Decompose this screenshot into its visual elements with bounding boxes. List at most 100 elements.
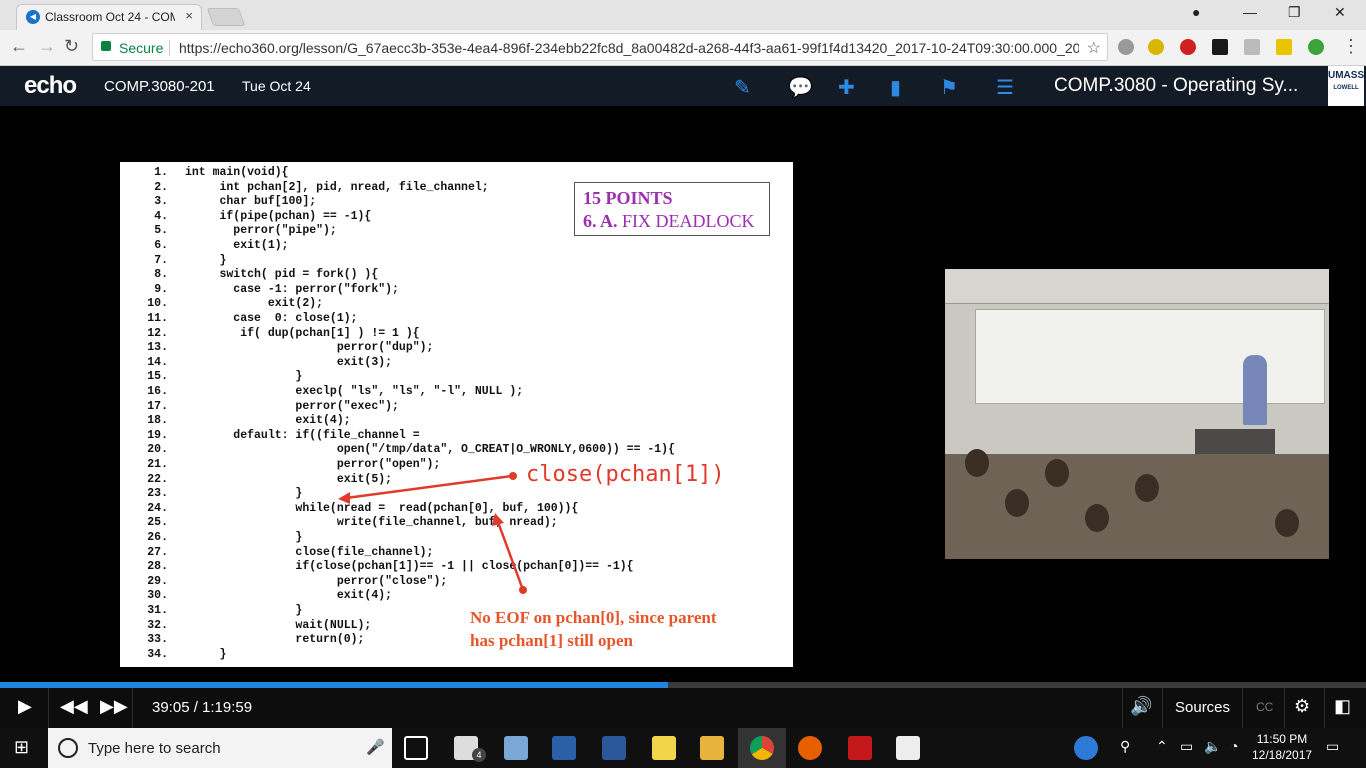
students xyxy=(945,454,1329,559)
classroom-video[interactable] xyxy=(945,269,1329,559)
minimize-button[interactable]: — xyxy=(1243,4,1257,20)
wifi-icon[interactable]: ◔ xyxy=(1230,738,1238,754)
extension-icon[interactable] xyxy=(1118,39,1134,55)
play-icon[interactable]: ▶ xyxy=(18,696,32,717)
fast-forward-icon[interactable]: ▶▶ xyxy=(100,696,128,717)
line-number: 32. xyxy=(147,618,168,632)
divider xyxy=(1324,688,1325,728)
echo-logo[interactable]: echo xyxy=(24,72,77,100)
code-text: perror("pipe"); xyxy=(185,224,337,238)
bookmark-icon[interactable]: ▮ xyxy=(890,75,901,100)
word-icon[interactable] xyxy=(602,736,626,760)
people-icon[interactable]: ⚲ xyxy=(1120,738,1130,755)
line-number: 33. xyxy=(147,633,168,647)
line-number: 11. xyxy=(147,312,168,325)
code-text: open("/tmp/data", O_CREAT|O_WRONLY,0600)… xyxy=(185,443,675,457)
acrobat-icon[interactable] xyxy=(848,736,872,760)
mail-badge: 4 xyxy=(472,748,486,762)
umass-logo-top: UMASS xyxy=(1328,70,1365,81)
layout-toggle-icon[interactable]: ◧ xyxy=(1334,696,1351,717)
extension-icon[interactable] xyxy=(1212,39,1228,55)
close-window-button[interactable]: ✕ xyxy=(1334,4,1346,21)
grammarly-icon[interactable] xyxy=(1308,39,1324,55)
line-number: 25. xyxy=(147,516,168,530)
extension-icon[interactable] xyxy=(1148,39,1164,55)
clock-date: 12/18/2017 xyxy=(1252,748,1313,762)
microphone-icon[interactable]: 🎤 xyxy=(366,738,385,756)
close-arrow-dot xyxy=(509,472,517,480)
new-tab-button[interactable] xyxy=(206,8,246,26)
sources-button[interactable]: Sources xyxy=(1175,699,1230,716)
tab-title: Classroom Oct 24 - COM xyxy=(45,10,175,24)
code-text: if(pipe(pchan) == -1){ xyxy=(185,209,372,223)
address-bar[interactable]: Secure https://echo360.org/lesson/G_67ae… xyxy=(92,33,1108,61)
menu-dots-icon[interactable]: ⋮ xyxy=(1342,36,1360,57)
code-text: exit(1); xyxy=(185,239,289,252)
line-number: 26. xyxy=(147,531,168,544)
discussion-icon[interactable]: 💬 xyxy=(788,75,813,100)
back-arrow-icon[interactable]: ← xyxy=(10,36,28,57)
student xyxy=(1045,459,1069,487)
action-center-icon[interactable]: ▭ xyxy=(1326,738,1339,755)
code-text: exit(4); xyxy=(185,414,351,428)
taskbar-search[interactable]: Type here to search 🎤 xyxy=(48,728,392,768)
code-text: perror("exec"); xyxy=(185,399,399,413)
code-text: } xyxy=(185,531,303,544)
settings-gear-icon[interactable]: ⚙ xyxy=(1294,696,1310,717)
chrome-icon[interactable] xyxy=(750,736,774,760)
code-text: exit(3); xyxy=(185,355,393,369)
bookmark-star-icon[interactable]: ☆ xyxy=(1087,38,1101,58)
screen: { "browser": { "tab_title": "Classroom O… xyxy=(0,0,1366,768)
code-text: int pchan[2], pid, nread, file_channel; xyxy=(185,180,489,194)
opera-icon[interactable] xyxy=(1180,39,1196,55)
browser-tab-strip: ◀ Classroom Oct 24 - COM × ● — ❐ ✕ xyxy=(0,0,1366,30)
forward-arrow-icon[interactable]: → xyxy=(38,36,56,57)
sticky-notes-icon[interactable] xyxy=(652,736,676,760)
flag-icon[interactable]: ⚑ xyxy=(940,75,958,100)
volume-icon[interactable]: 🔊 xyxy=(1130,696,1152,717)
tab-classroom[interactable]: ◀ Classroom Oct 24 - COM × xyxy=(16,4,202,30)
task-view-icon[interactable] xyxy=(404,736,428,760)
question-text: FIX DEADLOCK xyxy=(622,211,755,231)
profile-icon[interactable]: ● xyxy=(1192,4,1200,20)
student xyxy=(1005,489,1029,517)
line-number: 6. xyxy=(154,239,168,252)
course-code[interactable]: COMP.3080-201 xyxy=(104,78,215,95)
eof-annotation-line2: has pchan[1] still open xyxy=(470,631,633,650)
help-icon[interactable] xyxy=(1074,736,1098,760)
3d-viewer-icon[interactable] xyxy=(504,736,528,760)
app-icon[interactable] xyxy=(552,736,576,760)
line-number: 3. xyxy=(154,195,168,209)
playback-time: 39:05 / 1:19:59 xyxy=(152,699,253,716)
whiteboard xyxy=(975,309,1325,404)
line-number: 20. xyxy=(147,443,168,457)
tab-close-button[interactable]: × xyxy=(185,8,193,23)
system-clock[interactable]: 11:50 PM 12/18/2017 xyxy=(1252,731,1312,763)
line-number: 1. xyxy=(154,166,168,179)
points-label: 15 POINTS xyxy=(583,188,673,208)
maximize-button[interactable]: ❐ xyxy=(1288,4,1301,21)
code-text: int main(void){ xyxy=(185,166,289,179)
speaker-icon[interactable]: 🔈 xyxy=(1204,738,1221,755)
photos-icon[interactable] xyxy=(896,736,920,760)
rewind-icon[interactable]: ◀◀ xyxy=(60,696,88,717)
windows-taskbar: ⊞ Type here to search 🎤 4 ⚲ ⌃ ▭ 🔈 ◔ 11:5… xyxy=(0,728,1366,768)
reload-icon[interactable]: ↻ xyxy=(64,36,79,57)
tray-chevron-icon[interactable]: ⌃ xyxy=(1156,738,1168,755)
line-number: 19. xyxy=(147,428,168,442)
clock-time: 11:50 PM xyxy=(1256,732,1308,746)
windows-start-icon[interactable]: ⊞ xyxy=(14,737,29,758)
list-menu-icon[interactable]: ☰ xyxy=(996,75,1014,100)
code-text: case 0: close(1); xyxy=(185,312,358,325)
line-number: 27. xyxy=(147,545,168,559)
code-text: } xyxy=(185,370,303,384)
ask-question-icon[interactable]: ✚ xyxy=(838,75,855,100)
url-text[interactable]: https://echo360.org/lesson/G_67aecc3b-35… xyxy=(179,40,1079,56)
firefox-icon[interactable] xyxy=(798,736,822,760)
file-explorer-icon[interactable] xyxy=(700,736,724,760)
extension-icon[interactable] xyxy=(1244,39,1260,55)
captions-button[interactable]: CC xyxy=(1256,700,1273,714)
extension-icon[interactable] xyxy=(1276,39,1292,55)
battery-icon[interactable]: ▭ xyxy=(1180,738,1193,755)
notes-icon[interactable]: ✎ xyxy=(734,75,751,100)
